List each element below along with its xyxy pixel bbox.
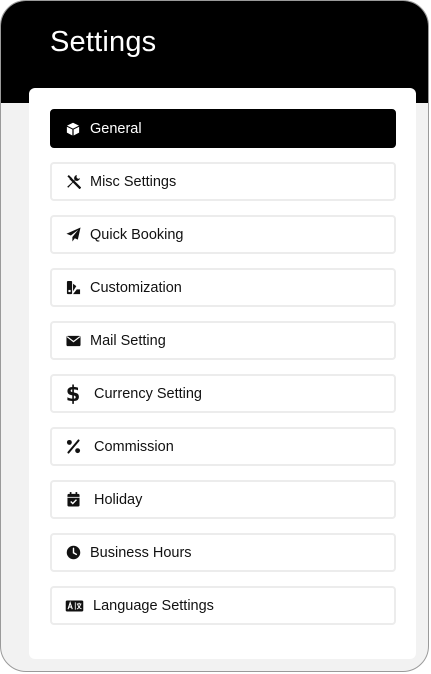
menu-item-customization[interactable]: Customization [50, 268, 396, 307]
menu-item-label: Holiday [94, 491, 143, 508]
menu-item-label: Language Settings [93, 597, 214, 614]
menu-item-label: Currency Setting [94, 385, 202, 402]
language-icon [65, 598, 84, 614]
menu-item-business-hours[interactable]: Business Hours [50, 533, 396, 572]
settings-menu-panel: General Misc Settings Quick Booking Cust… [29, 88, 416, 659]
menu-item-commission[interactable]: Commission [50, 427, 396, 466]
clock-icon [65, 545, 81, 561]
paper-plane-icon [65, 227, 81, 243]
menu-item-label: Commission [94, 438, 174, 455]
percent-icon [65, 439, 81, 455]
settings-card: Settings General Misc Settings Quick Boo… [0, 0, 429, 672]
dollar-sign-icon: $ [65, 381, 81, 406]
menu-item-quick-booking[interactable]: Quick Booking [50, 215, 396, 254]
menu-item-label: Misc Settings [90, 173, 177, 190]
envelope-icon [65, 333, 81, 349]
menu-item-language-settings[interactable]: Language Settings [50, 586, 396, 625]
menu-item-label: Mail Setting [90, 332, 166, 349]
swatchbook-icon [65, 280, 81, 296]
menu-item-label: Quick Booking [90, 226, 184, 243]
menu-item-general[interactable]: General [50, 109, 396, 148]
calendar-check-icon [65, 492, 81, 508]
menu-item-holiday[interactable]: Holiday [50, 480, 396, 519]
tools-icon [65, 174, 81, 190]
menu-item-misc-settings[interactable]: Misc Settings [50, 162, 396, 201]
menu-item-currency-setting[interactable]: $ Currency Setting [50, 374, 396, 413]
menu-item-label: Business Hours [90, 544, 192, 561]
menu-item-mail-setting[interactable]: Mail Setting [50, 321, 396, 360]
settings-menu: General Misc Settings Quick Booking Cust… [50, 109, 396, 639]
cube-icon [65, 121, 81, 137]
menu-item-label: General [90, 120, 142, 137]
page-title: Settings [50, 26, 157, 58]
menu-item-label: Customization [90, 279, 182, 296]
